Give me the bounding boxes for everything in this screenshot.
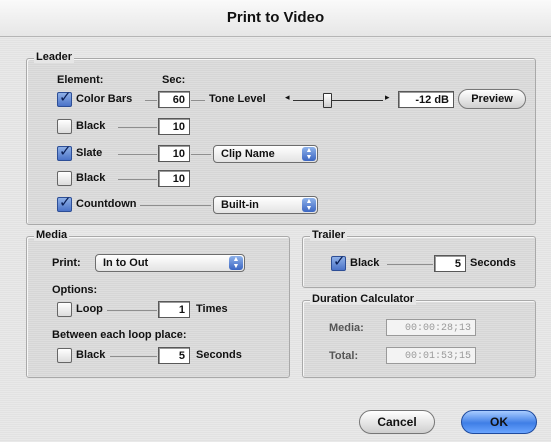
- connector-line: [145, 100, 157, 101]
- duration-total-readout: 00:01:53;15: [386, 347, 476, 364]
- connector-line: [110, 356, 157, 357]
- slate-source-value: Clip Name: [221, 148, 275, 160]
- duration-calculator-label: Duration Calculator: [310, 293, 417, 305]
- print-label: Print:: [52, 257, 81, 269]
- leader-black-2-checkbox[interactable]: [57, 171, 72, 186]
- preview-button[interactable]: Preview: [458, 89, 526, 109]
- countdown-source-value: Built-in: [221, 199, 259, 211]
- countdown-checkbox[interactable]: ✓: [57, 194, 72, 212]
- element-column-header: Element:: [57, 74, 104, 86]
- tone-level-slider-thumb[interactable]: [323, 93, 332, 108]
- window-title-bar[interactable]: Print to Video: [0, 0, 551, 37]
- slate-sec-field[interactable]: 10: [158, 145, 190, 162]
- checkmark-icon: ✓: [333, 253, 346, 270]
- leader-black-sec-field[interactable]: 10: [158, 118, 190, 135]
- connector-line: [191, 154, 211, 155]
- times-label: Times: [196, 303, 228, 315]
- leader-black-2-label: Black: [76, 172, 106, 184]
- cancel-button[interactable]: Cancel: [359, 410, 435, 434]
- print-range-value: In to Out: [103, 257, 149, 269]
- duration-calculator-group: [302, 300, 536, 378]
- connector-line: [118, 154, 157, 155]
- popup-arrows-icon: ▲ ▼: [302, 198, 316, 212]
- connector-line: [118, 127, 157, 128]
- tone-level-field[interactable]: -12 dB: [398, 91, 454, 108]
- countdown-source-popup[interactable]: Built-in ▲ ▼: [213, 196, 318, 214]
- between-loops-label: Between each loop place:: [52, 329, 187, 341]
- slate-source-popup[interactable]: Clip Name ▲ ▼: [213, 145, 318, 163]
- slate-checkbox[interactable]: ✓: [57, 143, 72, 161]
- connector-line: [191, 100, 205, 101]
- ok-button[interactable]: OK: [461, 410, 537, 434]
- countdown-label: Countdown: [76, 198, 137, 210]
- duration-media-label: Media:: [329, 322, 364, 334]
- color-bars-label: Color Bars: [76, 93, 133, 105]
- trailer-black-label: Black: [350, 257, 380, 269]
- duration-total-label: Total:: [329, 350, 359, 362]
- between-black-seconds-field[interactable]: 5: [158, 347, 190, 364]
- trailer-black-checkbox[interactable]: ✓: [331, 253, 346, 271]
- popup-arrows-icon: ▲ ▼: [229, 256, 243, 270]
- checkmark-icon: ✓: [59, 194, 72, 211]
- duration-media-readout: 00:00:28;13: [386, 319, 476, 336]
- color-bars-checkbox[interactable]: ✓: [57, 89, 72, 107]
- trailer-seconds-label: Seconds: [470, 257, 516, 269]
- sec-column-header: Sec:: [162, 74, 186, 86]
- popup-arrows-icon: ▲ ▼: [302, 147, 316, 161]
- loop-label: Loop: [76, 303, 103, 315]
- leader-black-label: Black: [76, 120, 106, 132]
- connector-line: [118, 179, 157, 180]
- leader-black-checkbox[interactable]: [57, 119, 72, 134]
- color-bars-sec-field[interactable]: 60: [158, 91, 190, 108]
- trailer-seconds-field[interactable]: 5: [434, 255, 466, 272]
- tone-level-label: Tone Level: [209, 93, 266, 105]
- tone-slider-min-icon: ◂: [285, 92, 290, 102]
- trailer-group-label: Trailer: [310, 229, 348, 241]
- print-range-popup[interactable]: In to Out ▲ ▼: [95, 254, 245, 272]
- between-seconds-label: Seconds: [196, 349, 242, 361]
- between-black-checkbox[interactable]: [57, 348, 72, 363]
- options-label: Options:: [52, 284, 98, 296]
- media-group-label: Media: [34, 229, 70, 241]
- connector-line: [387, 264, 433, 265]
- loop-checkbox[interactable]: [57, 302, 72, 317]
- connector-line: [140, 205, 211, 206]
- slate-label: Slate: [76, 147, 103, 159]
- checkmark-icon: ✓: [59, 143, 72, 160]
- connector-line: [107, 310, 157, 311]
- checkmark-icon: ✓: [59, 89, 72, 106]
- tone-level-slider-track[interactable]: [293, 100, 383, 101]
- tone-slider-max-icon: ▸: [385, 92, 390, 102]
- window-title: Print to Video: [226, 9, 325, 26]
- loop-count-field[interactable]: 1: [158, 301, 190, 318]
- leader-black-2-sec-field[interactable]: 10: [158, 170, 190, 187]
- leader-group-label: Leader: [34, 51, 75, 63]
- between-black-label: Black: [76, 349, 106, 361]
